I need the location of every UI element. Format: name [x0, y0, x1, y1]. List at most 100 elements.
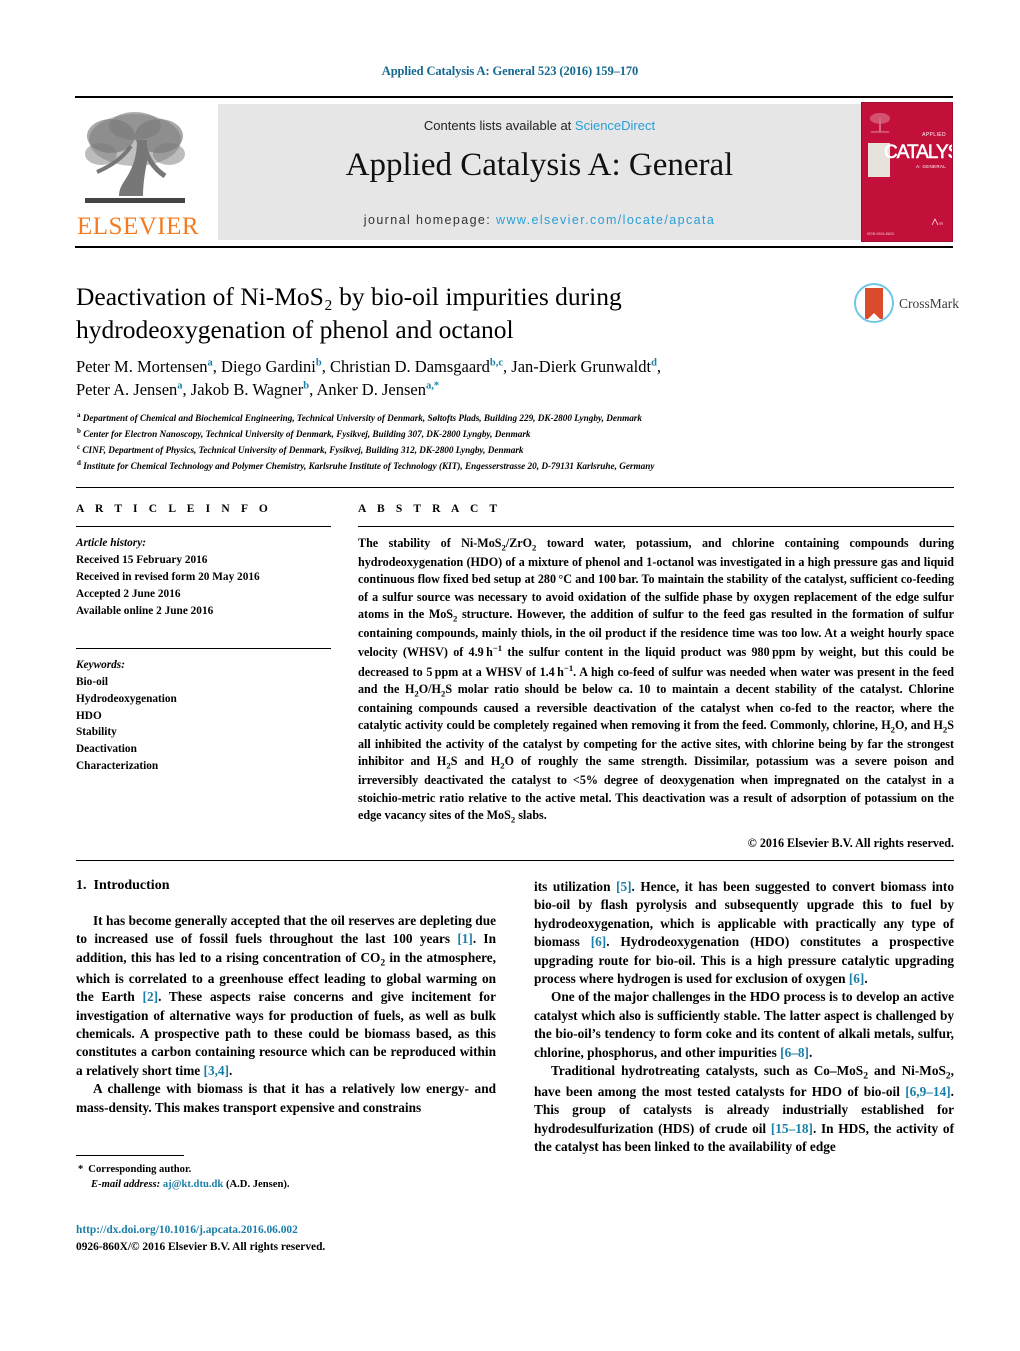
right-paragraphs: its utilization [5]. Hence, it has been …: [534, 878, 954, 1157]
author-name: Peter M. Mortensen: [76, 357, 208, 376]
abstract-copyright: © 2016 Elsevier B.V. All rights reserved…: [747, 835, 954, 850]
paper-page: Applied Catalysis A: General 523 (2016) …: [0, 0, 1020, 1351]
email-label: E-mail address:: [91, 1179, 161, 1191]
citation-link[interactable]: [6]: [591, 934, 607, 949]
paragraph: One of the major challenges in the HDO p…: [534, 989, 954, 1060]
journal-masthead: ELSEVIER Contents lists available at Sci…: [75, 96, 953, 248]
author-affiliation-mark: a: [207, 357, 213, 369]
author-name: Peter A. Jensen: [76, 380, 178, 400]
keyword-item: Hydrodeoxygenation: [76, 692, 177, 705]
cover-subtitle: A: GENERAL: [915, 164, 946, 169]
article-history-item: Available online 2 June 2016: [76, 604, 214, 617]
elsevier-tree-icon: [85, 112, 185, 203]
contents-lists-line: Contents lists available at ScienceDirec…: [218, 118, 861, 133]
citation-link[interactable]: [2]: [143, 989, 159, 1004]
cover-issn: ISSN 0926-860X: [867, 232, 894, 236]
contents-prefix: Contents lists available at: [423, 118, 575, 133]
article-history-items: Received 15 February 2016 Received in rev…: [76, 552, 331, 620]
keywords-label: Keywords:: [76, 658, 125, 671]
title-line-2: hydrodeoxygenation of phenol and octanol: [76, 315, 514, 345]
article-info-rule: [76, 526, 331, 527]
author-affiliation-mark: a: [177, 380, 183, 392]
affiliation-item: b Center for Electron Nanoscopy, Technic…: [77, 426, 531, 440]
section-title: Introduction: [93, 878, 170, 893]
elsevier-wordmark: ELSEVIER: [77, 213, 200, 240]
author-affiliation-mark: b: [315, 357, 322, 369]
keyword-item: Bio-oil: [76, 675, 109, 688]
footnote-line-2: E-mail address: aj@kt.dtu.dk (A.D. Jense…: [78, 1177, 498, 1192]
citation-link[interactable]: [1]: [457, 931, 473, 946]
title-line-1: Deactivation of Ni-MoS₂ by bio-oil impur…: [76, 282, 622, 311]
sciencedirect-mark-icon: SD: [931, 218, 944, 226]
paragraph: A challenge with biomass is that it has …: [76, 1081, 496, 1115]
abstract-text: The stability of Ni-MoS2/ZrO2 toward wat…: [358, 536, 954, 825]
article-history-item: Received 15 February 2016: [76, 553, 208, 566]
footnote-line-1: * Corresponding author.: [78, 1162, 498, 1177]
citation-link[interactable]: [3,4]: [204, 1063, 229, 1078]
affiliation-mark: d: [77, 458, 81, 467]
crossmark-label: CrossMark: [899, 296, 959, 311]
email-link[interactable]: aj@kt.dtu.dk: [163, 1179, 224, 1190]
issn-copyright-line: 0926-860X/© 2016 Elsevier B.V. All right…: [76, 1240, 326, 1253]
keyword-item: Characterization: [76, 760, 159, 773]
affiliation-item: a Department of Chemical and Biochemical…: [77, 411, 642, 424]
article-history-group: Article history: Received 15 February 20…: [76, 535, 331, 620]
author-name: Anker D. Jensen: [316, 380, 426, 400]
sciencedirect-link[interactable]: ScienceDirect: [575, 118, 655, 133]
journal-title: Applied Catalysis A: General: [345, 147, 734, 183]
journal-cover-thumbnail: APPLIED CATALYSIS A: GENERAL ISSN 0926-8…: [861, 102, 953, 242]
page-title: Deactivation of Ni-MoS₂ by bio-oil impur…: [76, 280, 766, 346]
affiliation-item: d Institute for Chemical Technology and …: [77, 458, 655, 471]
article-history-item: Received in revised form 20 May 2016: [76, 570, 260, 583]
section-heading-introduction: 1. Introduction: [76, 878, 496, 894]
cover-top-label: APPLIED: [922, 132, 946, 138]
footnote-corresponding: Corresponding author.: [88, 1164, 192, 1175]
footnote-star: *: [78, 1164, 84, 1175]
keywords-group: Keywords: Bio-oil Hydrodeoxygenation HDO St…: [76, 657, 331, 776]
doi-link[interactable]: http://dx.doi.org/10.1016/j.apcata.2016.…: [76, 1222, 536, 1239]
journal-homepage-link[interactable]: www.elsevier.com/locate/apcata: [496, 213, 715, 227]
keywords-rule: [76, 647, 331, 649]
keyword-item: Deactivation: [76, 743, 137, 756]
elsevier-logo: ELSEVIER: [75, 104, 200, 240]
email-owner: (A.D. Jensen).: [225, 1179, 290, 1191]
affiliation-mark: c: [77, 442, 81, 451]
citation-link[interactable]: [6–8]: [780, 1045, 809, 1060]
info-abstract-top-rule: [76, 487, 954, 488]
citation-link[interactable]: [6]: [849, 971, 865, 986]
homepage-prefix: journal homepage:: [363, 213, 492, 227]
section-number: 1.: [76, 878, 87, 893]
crossmark-icon: [854, 283, 894, 323]
affiliation-mark: b: [77, 426, 81, 435]
masthead-center-panel: Contents lists available at ScienceDirec…: [218, 104, 861, 240]
paragraph: Traditional hydrotreating catalysts, suc…: [534, 1063, 954, 1155]
citation-link[interactable]: [5]: [616, 879, 632, 894]
abstract-heading: A B S T R A C T: [358, 503, 502, 515]
abstract-rule: [358, 526, 954, 527]
running-head: Applied Catalysis A: General 523 (2016) …: [381, 64, 639, 78]
svg-text:SD: SD: [939, 222, 944, 226]
author-name: Christian D. Damsgaard: [329, 357, 490, 376]
abstract-bottom-rule: [76, 860, 954, 861]
citation-link[interactable]: [6,9–14]: [905, 1084, 950, 1099]
body-column-right: its utilization [5]. Hence, it has been …: [534, 878, 954, 1157]
affiliation-mark: a: [77, 411, 81, 419]
crossmark-badge[interactable]: CrossMark: [854, 283, 959, 325]
author-affiliation-mark: b: [303, 380, 310, 392]
left-paragraphs: It has become generally accepted that th…: [76, 912, 496, 1117]
author-name: Jan-Dierk Grunwaldt: [511, 357, 652, 376]
keyword-item: Stability: [76, 726, 117, 739]
paragraph: It has become generally accepted that th…: [76, 913, 496, 1078]
author-name: Jakob B. Wagner: [190, 380, 304, 400]
journal-homepage-line: journal homepage: www.elsevier.com/locat…: [218, 213, 861, 227]
body-column-left: 1. Introduction It has become generally a…: [76, 878, 496, 1117]
author-affiliation-mark: b,c: [489, 357, 504, 369]
footnote-rule: [76, 1155, 184, 1156]
cover-elsevier-tree-icon: [869, 112, 891, 133]
author-affiliation-mark: a,*: [425, 380, 440, 392]
abstract-column: A B S T R A C T The stability of Ni-MoS2…: [358, 503, 954, 851]
citation-link[interactable]: [15–18]: [771, 1121, 813, 1136]
keyword-item: HDO: [76, 709, 102, 722]
affiliation-item: c CINF, Department of Physics, Technical…: [77, 442, 524, 455]
article-history-item: Accepted 2 June 2016: [76, 587, 181, 600]
